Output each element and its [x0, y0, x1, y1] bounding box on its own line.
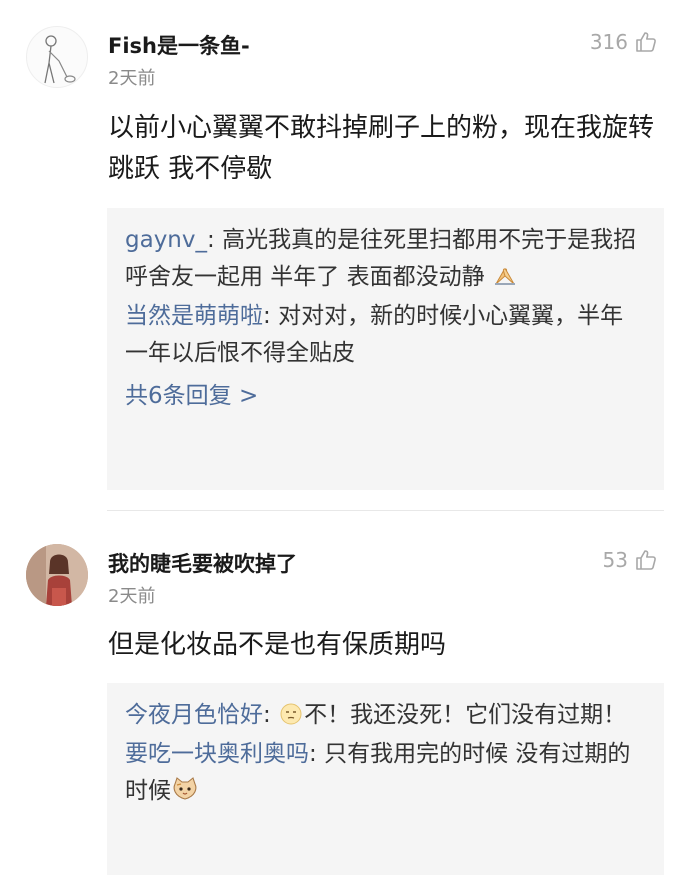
reply-separator: : — [309, 741, 325, 767]
person-photo-icon — [26, 544, 88, 606]
like-button[interactable]: 316 — [590, 30, 658, 54]
reply-author[interactable]: gaynv_ — [125, 227, 207, 253]
sketch-figure-icon — [44, 35, 76, 84]
comment-time: 2天前 — [108, 586, 156, 607]
reply-separator: : — [207, 227, 223, 253]
comment-text: 以前小心翼翼不敢抖掉刷子上的粉，现在我旋转跳跃 我不停歇 — [108, 113, 655, 184]
comment-time: 2天前 — [108, 68, 156, 89]
thumbs-up-icon — [636, 550, 656, 570]
praying-hands-icon — [494, 268, 515, 285]
comment-item: 我的睫毛要被吹掉了 2天前 53 但是化妆品不是也有保质期吗 今夜月色恰好: 不… — [0, 511, 690, 875]
cat-face-icon — [173, 777, 197, 800]
comment-author[interactable]: 我的睫毛要被吹掉了 — [108, 548, 297, 578]
reply-item: gaynv_: 高光我真的是往死里扫都用不完于是我招呼舍友一起用 半年了 表面都… — [125, 222, 646, 296]
reply-box[interactable]: gaynv_: 高光我真的是往死里扫都用不完于是我招呼舍友一起用 半年了 表面都… — [107, 208, 664, 490]
avatar[interactable] — [26, 26, 88, 88]
like-button[interactable]: 53 — [603, 548, 658, 572]
like-count: 316 — [589, 30, 628, 54]
avatar[interactable] — [26, 544, 88, 606]
comment-author[interactable]: Fish是一条鱼- — [108, 30, 250, 60]
reply-author[interactable]: 当然是萌萌啦 — [125, 303, 263, 329]
reply-separator: : — [263, 303, 279, 329]
thumbs-up-icon — [636, 32, 656, 52]
like-count: 53 — [602, 548, 628, 572]
reply-box[interactable]: 今夜月色恰好: 不！我还没死！它们没有过期！ 要吃一块奥利奥吗: 只有我用完的时… — [107, 683, 664, 875]
reply-text: 不！我还没死！它们没有过期！ — [304, 702, 627, 728]
reply-author[interactable]: 要吃一块奥利奥吗 — [125, 741, 309, 767]
reply-item: 当然是萌萌啦: 对对对，新的时候小心翼翼，半年一年以后恨不得全贴皮 — [125, 298, 646, 372]
reply-item: 今夜月色恰好: 不！我还没死！它们没有过期！ — [125, 697, 646, 734]
comment-text: 但是化妆品不是也有保质期吗 — [108, 630, 447, 660]
reply-item: 要吃一块奥利奥吗: 只有我用完的时候 没有过期的时候 — [125, 736, 646, 810]
reply-separator: : — [263, 702, 279, 728]
reply-author[interactable]: 今夜月色恰好 — [125, 702, 263, 728]
view-more-replies-link[interactable]: 共6条回复 > — [125, 378, 258, 415]
comment-item: Fish是一条鱼- 2天前 316 以前小心翼翼不敢抖掉刷子上的粉，现在我旋转跳… — [0, 0, 690, 510]
smiley-face-icon — [280, 703, 302, 725]
